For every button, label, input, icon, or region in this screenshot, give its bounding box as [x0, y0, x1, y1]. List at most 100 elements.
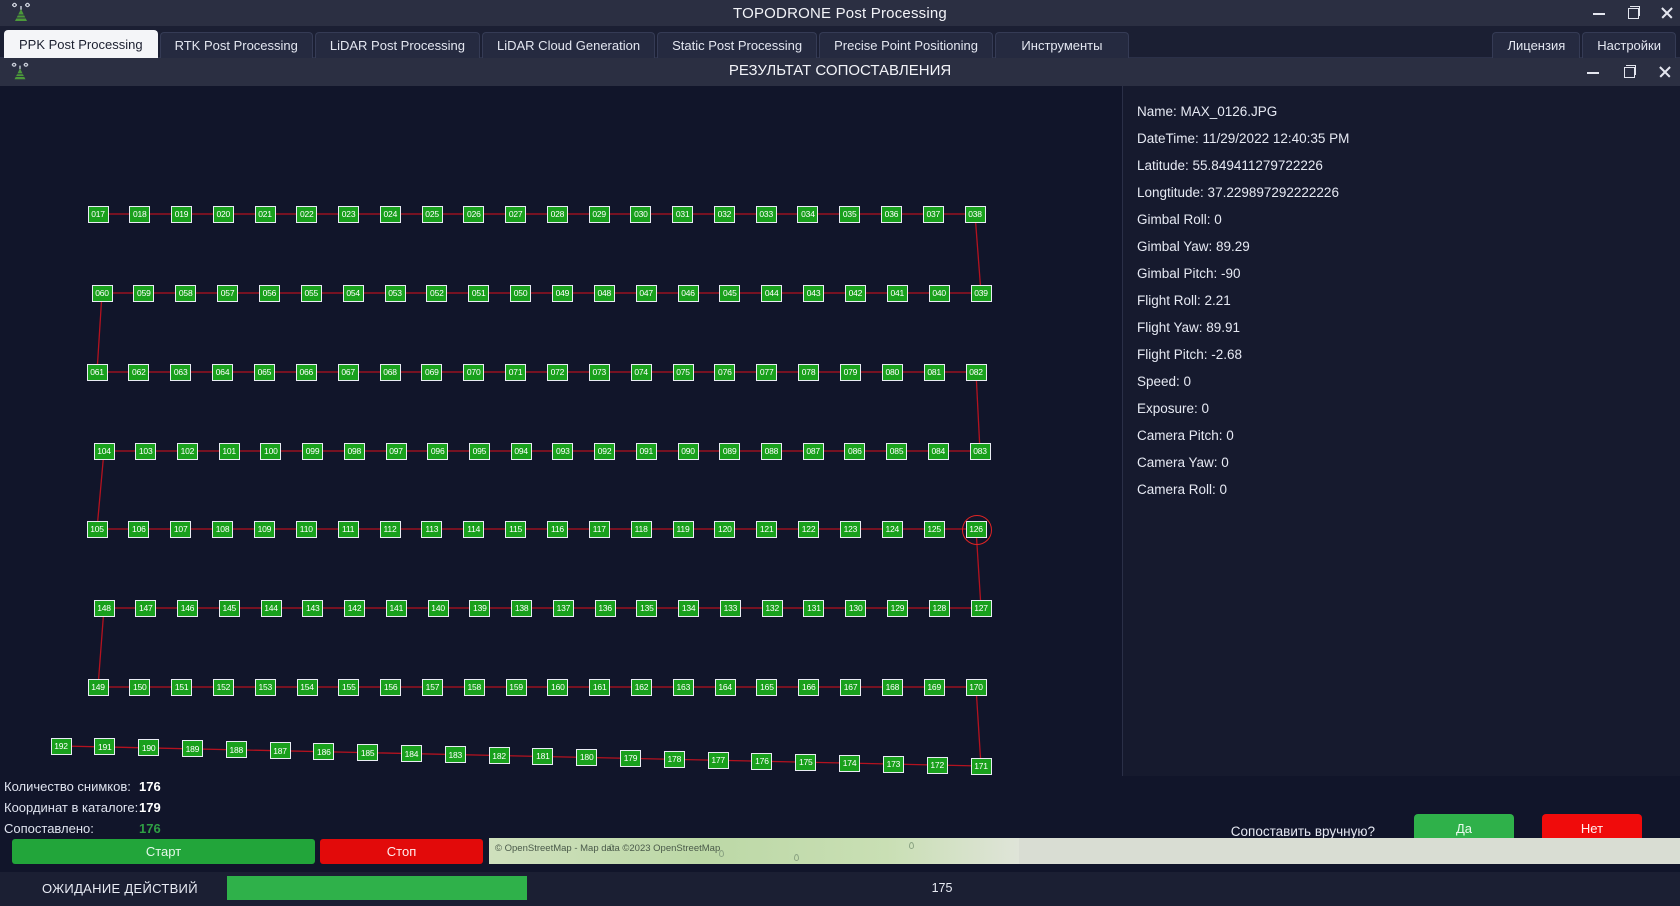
photo-node[interactable]: 180 — [576, 748, 598, 766]
photo-node[interactable]: 133 — [719, 599, 741, 617]
photo-node[interactable]: 068 — [379, 363, 401, 381]
photo-node[interactable]: 117 — [588, 520, 610, 538]
photo-node[interactable]: 123 — [839, 520, 861, 538]
photo-node[interactable]: 093 — [552, 442, 574, 460]
photo-node[interactable]: 072 — [546, 363, 568, 381]
photo-node[interactable]: 043 — [803, 284, 825, 302]
photo-node[interactable]: 120 — [714, 520, 736, 538]
photo-node[interactable]: 103 — [135, 442, 157, 460]
photo-node[interactable]: 113 — [421, 520, 443, 538]
maximize-icon[interactable] — [1626, 6, 1640, 20]
photo-node[interactable]: 122 — [798, 520, 820, 538]
tab-instruments[interactable]: Инструменты — [994, 32, 1129, 58]
photo-node[interactable]: 029 — [588, 205, 610, 223]
photo-node[interactable]: 112 — [379, 520, 401, 538]
minimize-icon[interactable] — [1592, 6, 1606, 20]
photo-node[interactable]: 124 — [881, 520, 903, 538]
photo-node[interactable]: 101 — [218, 442, 240, 460]
photo-node[interactable]: 094 — [510, 442, 532, 460]
photo-node[interactable]: 042 — [844, 284, 866, 302]
photo-node[interactable]: 175 — [795, 753, 817, 771]
photo-node[interactable]: 086 — [844, 442, 866, 460]
photo-node[interactable]: 025 — [421, 205, 443, 223]
minimize-icon[interactable] — [1586, 65, 1600, 79]
photo-node[interactable]: 060 — [91, 284, 113, 302]
photo-node[interactable]: 176 — [751, 752, 773, 770]
photo-node[interactable]: 062 — [128, 363, 150, 381]
photo-node[interactable]: 160 — [547, 678, 569, 696]
photo-node[interactable]: 102 — [176, 442, 198, 460]
photo-node[interactable]: 084 — [927, 442, 949, 460]
photo-node[interactable]: 129 — [886, 599, 908, 617]
photo-node[interactable]: 121 — [756, 520, 778, 538]
photo-node[interactable]: 137 — [552, 599, 574, 617]
photo-node[interactable]: 114 — [463, 520, 485, 538]
photo-node[interactable]: 041 — [886, 284, 908, 302]
photo-node[interactable]: 184 — [400, 745, 422, 763]
photo-node[interactable]: 156 — [380, 678, 402, 696]
photo-node[interactable]: 055 — [300, 284, 322, 302]
photo-node[interactable]: 095 — [468, 442, 490, 460]
photo-node[interactable]: 108 — [212, 520, 234, 538]
photo-node[interactable]: 044 — [761, 284, 783, 302]
photo-node[interactable]: 174 — [839, 754, 861, 772]
close-icon[interactable] — [1660, 6, 1674, 20]
photo-node[interactable]: 063 — [170, 363, 192, 381]
photo-node[interactable]: 104 — [93, 442, 115, 460]
photo-node[interactable]: 162 — [631, 678, 653, 696]
photo-node[interactable]: 046 — [677, 284, 699, 302]
photo-node[interactable]: 139 — [469, 599, 491, 617]
photo-node[interactable]: 127 — [970, 599, 992, 617]
photo-node[interactable]: 164 — [714, 678, 736, 696]
photo-node[interactable]: 049 — [551, 284, 573, 302]
photo-node[interactable]: 145 — [218, 599, 240, 617]
photo-node[interactable]: 091 — [635, 442, 657, 460]
photo-node[interactable]: 177 — [707, 751, 729, 769]
photo-node[interactable]: 183 — [444, 746, 466, 764]
photo-node[interactable]: 136 — [594, 599, 616, 617]
photo-node[interactable]: 039 — [970, 284, 992, 302]
photo-node[interactable]: 038 — [964, 205, 986, 223]
photo-node[interactable]: 067 — [337, 363, 359, 381]
photo-node[interactable]: 150 — [129, 678, 151, 696]
photo-node[interactable]: 192 — [50, 737, 72, 755]
photo-node[interactable]: 090 — [677, 442, 699, 460]
photo-node[interactable]: 018 — [129, 205, 151, 223]
photo-node[interactable]: 165 — [756, 678, 778, 696]
flight-path-plot[interactable]: 017 018 019 020 021 022 023 024 025 026 027 028 029 0… — [0, 86, 1122, 776]
photo-node[interactable]: 142 — [344, 599, 366, 617]
photo-node[interactable]: 161 — [589, 678, 611, 696]
photo-node[interactable]: 125 — [923, 520, 945, 538]
photo-node[interactable]: 144 — [260, 599, 282, 617]
photo-node[interactable]: 064 — [212, 363, 234, 381]
photo-node[interactable]: 021 — [254, 205, 276, 223]
photo-node[interactable]: 134 — [678, 599, 700, 617]
stop-button[interactable]: Стоп — [320, 839, 483, 864]
photo-node[interactable]: 157 — [421, 678, 443, 696]
tab-rtk-post-processing[interactable]: RTK Post Processing — [159, 32, 313, 58]
tab-lidar-cloud-generation[interactable]: LiDAR Cloud Generation — [482, 32, 656, 58]
photo-node[interactable]: 057 — [217, 284, 239, 302]
photo-node[interactable]: 048 — [593, 284, 615, 302]
photo-node[interactable]: 069 — [421, 363, 443, 381]
photo-node[interactable]: 158 — [463, 678, 485, 696]
photo-node[interactable]: 073 — [588, 363, 610, 381]
photo-node[interactable]: 188 — [225, 741, 247, 759]
photo-node[interactable]: 022 — [296, 205, 318, 223]
photo-node[interactable]: 019 — [171, 205, 193, 223]
photo-node[interactable]: 186 — [313, 743, 335, 761]
maximize-icon[interactable] — [1622, 65, 1636, 79]
photo-node[interactable]: 143 — [302, 599, 324, 617]
photo-node[interactable]: 171 — [970, 757, 992, 775]
photo-node[interactable]: 097 — [385, 442, 407, 460]
photo-node[interactable]: 031 — [672, 205, 694, 223]
photo-node[interactable]: 088 — [760, 442, 782, 460]
photo-node[interactable]: 032 — [713, 205, 735, 223]
photo-node[interactable]: 050 — [510, 284, 532, 302]
photo-node[interactable]: 140 — [427, 599, 449, 617]
photo-node[interactable]: 110 — [295, 520, 317, 538]
photo-node[interactable]: 054 — [342, 284, 364, 302]
photo-node[interactable]: 020 — [212, 205, 234, 223]
photo-node[interactable]: 024 — [379, 205, 401, 223]
photo-node[interactable]: 070 — [463, 363, 485, 381]
